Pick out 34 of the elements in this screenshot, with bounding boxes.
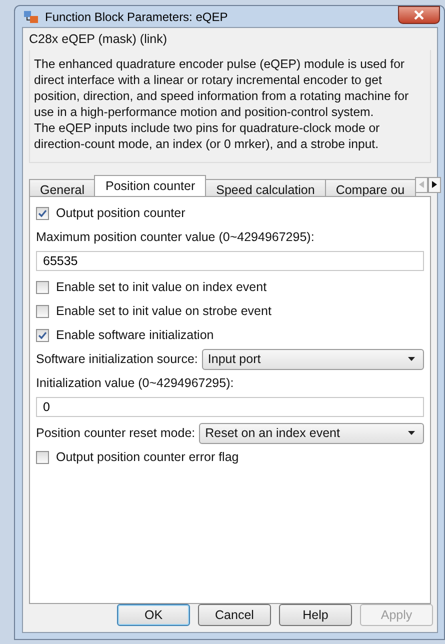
tab[interactable]: General [29,179,96,196]
caret-icon [408,357,415,361]
checkbox[interactable] [36,280,49,294]
checkbox-label: Output position counter error flag [56,450,239,464]
tab[interactable]: Compare ou [324,179,416,196]
caret-icon [408,431,415,435]
field-label: Maximum position counter value (0~4294967295): [36,230,314,244]
checkbox-label: Enable software initialization [56,328,214,342]
checkbox-label: Enable set to init value on index event [56,280,267,294]
field-label: Position counter reset mode: [36,426,196,440]
checkbox[interactable] [36,206,49,220]
dropdown[interactable]: Input port [202,348,424,370]
input-field[interactable]: 0 [36,397,424,417]
field-label: Initialization value (0~4294967295): [36,376,234,390]
checkbox[interactable] [36,328,49,342]
dialog-button[interactable]: OK [117,604,190,626]
dialog-button[interactable]: Help [279,604,352,626]
group-title: C28x eQEP (mask) (link) [28,32,168,46]
scroll-right-icon[interactable] [428,176,441,192]
window-title: Function Block Parameters: eQEP [45,10,228,24]
checkbox[interactable] [36,450,49,464]
close-button[interactable] [398,6,440,24]
checkbox[interactable] [36,304,49,318]
checkbox-label: Output position counter [56,206,186,220]
checkbox-label: Enable set to init value on strobe event [56,304,272,318]
close-icon [413,10,425,20]
tab[interactable]: Position counter [94,175,206,196]
input-field[interactable]: 65535 [36,251,424,271]
description: The enhanced quadrature encoder pulse (eQEP) module is used for direct interface with a linear or rotary incremental encoder to get position, direction, and speed information from a rotating machine for use in a high-performance motion and position-control system. The eQEP inputs include two pins for quadrature-clock mode or direction-count mode, an index (or 0 mrker), and a strobe input. [29,50,431,163]
tab[interactable]: Speed calculation [205,179,326,196]
dialog-button[interactable]: Cancel [198,604,271,626]
field-label: Software initialization source: [36,352,198,366]
dropdown[interactable]: Reset on an index event [199,422,424,444]
app-icon [23,10,39,24]
